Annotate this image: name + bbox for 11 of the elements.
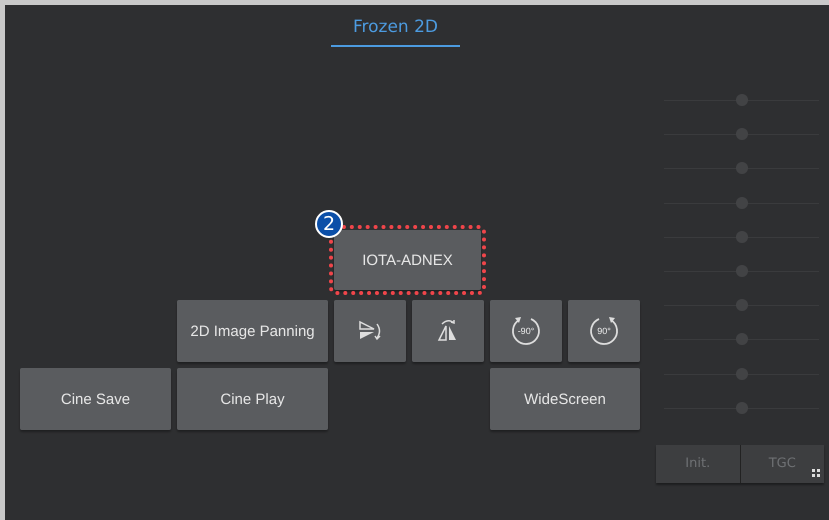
function-button[interactable]: WideScreen	[490, 368, 640, 430]
icon-button[interactable]: -90°	[490, 300, 562, 362]
function-button[interactable]: Cine Save	[20, 368, 171, 430]
function-button[interactable]: Cine Play	[177, 368, 328, 430]
step-number-badge: 2	[315, 210, 343, 238]
function-button[interactable]: IOTA-ADNEX	[334, 230, 481, 290]
view-tab[interactable]: Frozen 2D	[330, 17, 460, 47]
icon-button[interactable]: 90°	[568, 300, 640, 362]
icon-button[interactable]	[412, 300, 484, 362]
function-button[interactable]: 2D Image Panning	[177, 300, 328, 362]
icon-button[interactable]	[334, 300, 406, 362]
